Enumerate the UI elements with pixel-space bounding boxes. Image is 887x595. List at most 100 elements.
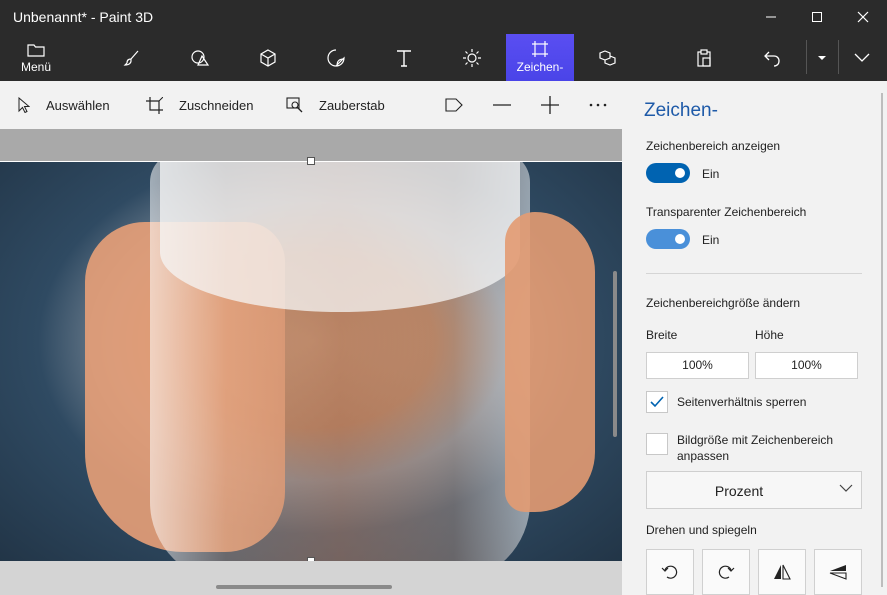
resize-image-label: Bildgröße mit Zeichenbereich anpassen: [677, 432, 833, 464]
panel-title: Zeichen-: [644, 100, 718, 121]
maximize-button[interactable]: [794, 0, 840, 34]
rotate-left-icon: [661, 565, 678, 579]
maximize-icon: [812, 12, 822, 22]
canvas-side-panel: Zeichen- Zeichenbereich anzeigen Ein Tra…: [622, 81, 887, 595]
lock-aspect-label: Seitenverhältnis sperren: [677, 395, 807, 409]
paste-icon: [697, 48, 711, 67]
close-button[interactable]: [840, 0, 886, 34]
panel-divider: [646, 273, 862, 274]
undo-button[interactable]: [738, 34, 806, 81]
stickers-tool-button[interactable]: [302, 34, 370, 81]
resize-image-checkbox[interactable]: [646, 433, 668, 455]
effects-icon: [463, 48, 481, 67]
zoom-in-button[interactable]: [532, 81, 568, 129]
resize-canvas-label: Zeichenbereichgröße ändern: [646, 296, 801, 310]
show-canvas-state: Ein: [702, 167, 720, 181]
window-title: Unbenannt* - Paint 3D: [13, 9, 154, 25]
checkmark-icon: [650, 396, 664, 408]
show-canvas-label: Zeichenbereich anzeigen: [646, 139, 781, 153]
dropdown-icon: [818, 55, 826, 60]
flip-horizontal-icon: [774, 564, 791, 580]
magic-select-label: Zauberstab: [319, 97, 385, 113]
select-button[interactable]: Auswählen: [18, 81, 110, 129]
unit-dropdown-value: Prozent: [714, 483, 764, 499]
effects-tool-button[interactable]: [438, 34, 506, 81]
flag-button[interactable]: [436, 81, 472, 129]
zoom-out-button[interactable]: [484, 81, 520, 129]
select-label: Auswählen: [46, 97, 110, 113]
rotate-right-icon: [718, 565, 735, 579]
zoom-out-icon: [493, 104, 511, 106]
undo-icon: [764, 51, 780, 67]
rotate-flip-label: Drehen und spiegeln: [646, 523, 757, 537]
brush-icon: [123, 50, 139, 66]
toggle-knob: [675, 168, 685, 178]
canvas-image-fingers: [505, 212, 595, 512]
width-input[interactable]: 100%: [646, 352, 749, 379]
stickers-icon: [327, 48, 345, 67]
flip-horizontal-button[interactable]: [758, 549, 806, 595]
zoom-in-icon: [541, 96, 559, 114]
history-dropdown-button[interactable]: [808, 34, 836, 81]
height-label: Höhe: [755, 328, 784, 342]
menu-button[interactable]: Menü: [2, 34, 70, 81]
library-3d-icon: [599, 49, 616, 66]
shapes-3d-tool-button[interactable]: [234, 34, 302, 81]
text-tool-button[interactable]: [370, 34, 438, 81]
flip-vertical-button[interactable]: [814, 549, 862, 595]
crop-label: Zuschneiden: [179, 97, 254, 113]
toggle-knob: [675, 234, 685, 244]
canvas-label: Zeichen-: [516, 60, 564, 74]
panel-scrollbar[interactable]: [881, 93, 883, 587]
height-input[interactable]: 100%: [755, 352, 858, 379]
magic-select-button[interactable]: Zauberstab: [286, 81, 385, 129]
width-label: Breite: [646, 328, 678, 342]
folder-icon: [27, 43, 45, 57]
minimize-button[interactable]: [748, 0, 794, 34]
transparent-canvas-toggle[interactable]: [646, 229, 690, 249]
minimize-icon: [766, 16, 776, 18]
vertical-scrollbar[interactable]: [613, 271, 617, 437]
show-canvas-toggle[interactable]: [646, 163, 690, 183]
work-area: Auswählen Zuschneiden Zauberstab: [0, 81, 622, 595]
canvas-margin-bottom: [0, 561, 622, 595]
text-icon: [397, 49, 411, 67]
chevron-down-icon: [839, 484, 853, 492]
expand-toolbar-button[interactable]: [839, 34, 885, 81]
crop-button[interactable]: Zuschneiden: [146, 81, 253, 129]
canvas-image-glass-rim: [160, 162, 520, 312]
resize-image-label-line2: anpassen: [677, 449, 730, 463]
main-toolbar: Menü Zeichen-: [0, 34, 887, 81]
lock-aspect-checkbox[interactable]: [646, 391, 668, 413]
horizontal-scrollbar[interactable]: [216, 585, 392, 589]
flag-icon: [445, 98, 463, 112]
resize-image-label-line1: Bildgröße mit Zeichenbereich: [677, 433, 834, 447]
toolbar-separator: [806, 40, 807, 74]
transparent-canvas-state: Ein: [702, 233, 720, 247]
canvas-subtoolbar: Auswählen Zuschneiden Zauberstab: [0, 81, 622, 129]
shapes-3d-icon: [260, 48, 276, 67]
title-bar: Unbenannt* - Paint 3D: [0, 0, 887, 34]
crop-icon: [146, 96, 163, 114]
more-icon: [589, 103, 607, 107]
brush-tool-button[interactable]: [98, 34, 166, 81]
magic-select-icon: [286, 97, 303, 113]
canvas-icon: [532, 41, 548, 57]
rotate-right-button[interactable]: [702, 549, 750, 595]
unit-dropdown[interactable]: Prozent: [646, 471, 862, 509]
rotate-left-button[interactable]: [646, 549, 694, 595]
shapes-2d-tool-button[interactable]: [166, 34, 234, 81]
expand-icon: [854, 53, 870, 62]
transparent-canvas-label: Transparenter Zeichenbereich: [646, 205, 807, 219]
canvas-tool-button[interactable]: Zeichen-: [506, 34, 574, 81]
paste-button[interactable]: [670, 34, 738, 81]
canvas-resize-handle-top[interactable]: [307, 157, 315, 165]
flip-vertical-icon: [829, 565, 847, 580]
select-cursor-icon: [18, 97, 30, 113]
library-3d-button[interactable]: [574, 34, 642, 81]
more-button[interactable]: [580, 81, 616, 129]
close-icon: [857, 11, 869, 23]
shapes-2d-icon: [191, 49, 210, 66]
drawing-canvas[interactable]: [0, 161, 622, 561]
paint-3d-window: Unbenannt* - Paint 3D Menü Zeichen- Ausw…: [0, 0, 887, 595]
